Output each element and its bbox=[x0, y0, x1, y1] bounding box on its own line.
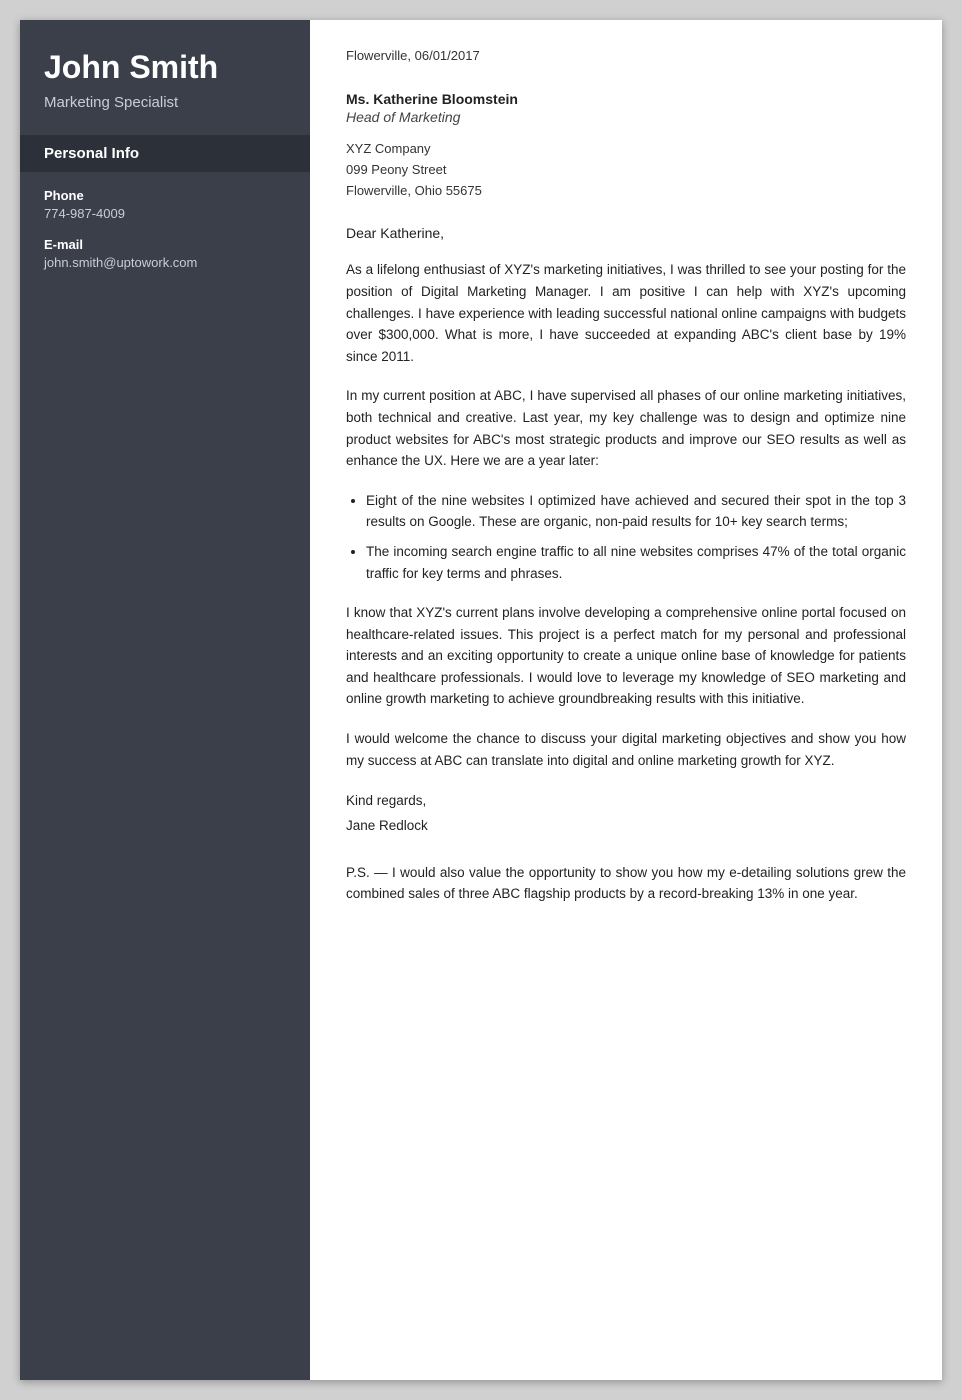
date-line: Flowerville, 06/01/2017 bbox=[346, 48, 906, 63]
paragraph-4: I would welcome the chance to discuss yo… bbox=[346, 728, 906, 771]
email-label: E-mail bbox=[44, 237, 286, 252]
closing-block: Kind regards, Jane Redlock bbox=[346, 789, 906, 838]
recipient-name: Ms. Katherine Bloomstein bbox=[346, 91, 906, 107]
email-value: john.smith@uptowork.com bbox=[44, 255, 286, 270]
sidebar-header: John Smith Marketing Specialist bbox=[20, 20, 310, 131]
recipient-title: Head of Marketing bbox=[346, 109, 906, 125]
closing-line1: Kind regards, bbox=[346, 793, 426, 808]
paragraph-2: In my current position at ABC, I have su… bbox=[346, 385, 906, 471]
phone-value: 774-987-4009 bbox=[44, 206, 286, 221]
bullet-item-1: Eight of the nine websites I optimized h… bbox=[366, 490, 906, 533]
phone-field: Phone 774-987-4009 bbox=[20, 188, 310, 237]
cover-letter-page: John Smith Marketing Specialist Personal… bbox=[20, 20, 942, 1380]
ps-paragraph: P.S. — I would also value the opportunit… bbox=[346, 862, 906, 905]
closing-line2: Jane Redlock bbox=[346, 818, 428, 833]
recipient-block: Ms. Katherine Bloomstein Head of Marketi… bbox=[346, 91, 906, 201]
bullet-list: Eight of the nine websites I optimized h… bbox=[346, 490, 906, 584]
salutation: Dear Katherine, bbox=[346, 225, 906, 241]
main-content: Flowerville, 06/01/2017 Ms. Katherine Bl… bbox=[310, 20, 942, 1380]
bullet-item-2: The incoming search engine traffic to al… bbox=[366, 541, 906, 584]
email-field: E-mail john.smith@uptowork.com bbox=[20, 237, 310, 286]
paragraph-1: As a lifelong enthusiast of XYZ's market… bbox=[346, 259, 906, 367]
phone-label: Phone bbox=[44, 188, 286, 203]
city-state-zip: Flowerville, Ohio 55675 bbox=[346, 183, 482, 198]
recipient-address: XYZ Company 099 Peony Street Flowerville… bbox=[346, 139, 906, 201]
street-address: 099 Peony Street bbox=[346, 162, 446, 177]
applicant-title: Marketing Specialist bbox=[44, 94, 286, 111]
paragraph-3: I know that XYZ's current plans involve … bbox=[346, 602, 906, 710]
applicant-name: John Smith bbox=[44, 48, 286, 86]
company-name: XYZ Company bbox=[346, 141, 431, 156]
sidebar: John Smith Marketing Specialist Personal… bbox=[20, 20, 310, 1380]
personal-info-heading: Personal Info bbox=[20, 135, 310, 172]
